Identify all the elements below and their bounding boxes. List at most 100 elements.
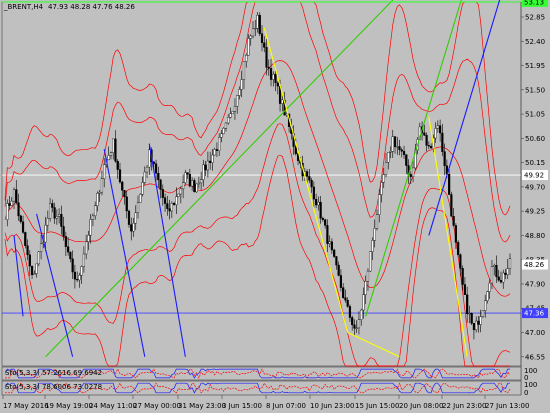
price-tag-label: 53.13 — [524, 0, 544, 6]
candle-body — [481, 310, 485, 317]
candle-body — [310, 180, 313, 188]
candle-body — [69, 251, 72, 260]
candle-body — [227, 117, 230, 124]
candle-body — [265, 47, 268, 68]
price-tag-label: 48.26 — [524, 261, 545, 269]
candle-body — [484, 300, 487, 311]
time-tick-label: 22 Jun 23:00 — [442, 402, 486, 410]
candle-body — [387, 152, 390, 163]
candle-body — [353, 324, 356, 329]
candle-body — [10, 200, 13, 206]
candle-body — [78, 274, 81, 281]
candle-body — [339, 275, 343, 288]
candle-body — [224, 122, 228, 129]
time-tick-label: 27 May 00:00 — [133, 402, 181, 410]
candle-body — [58, 214, 61, 217]
candle-body — [71, 258, 74, 273]
candle-body — [21, 221, 25, 233]
candle-body — [154, 163, 158, 174]
candle — [24, 231, 27, 249]
candle-body — [472, 323, 476, 331]
price-tick-label: 49.70 — [525, 183, 545, 191]
time-tick-label: 10 Jun 23:00 — [310, 402, 354, 410]
candle-body — [423, 132, 426, 136]
candle-body — [272, 73, 275, 80]
candle-body — [240, 79, 243, 90]
candle-body — [260, 33, 264, 43]
candle-body — [495, 264, 498, 278]
price-tick-label: 51.95 — [525, 62, 545, 70]
candle-body — [443, 151, 446, 166]
candle-body — [400, 149, 403, 152]
candle-body — [461, 268, 464, 285]
candle-body — [136, 202, 140, 213]
candle-body — [191, 180, 194, 187]
price-tag-label: 49.92 — [524, 172, 544, 180]
candle — [193, 178, 196, 193]
candle-body — [184, 172, 187, 183]
candle-body — [166, 203, 169, 209]
candle — [450, 191, 453, 217]
price-tick-label: 52.85 — [525, 14, 545, 22]
candle-body — [470, 313, 473, 324]
candle-body — [344, 297, 347, 301]
candle-body — [369, 251, 372, 272]
candle-body — [267, 67, 270, 69]
symbol-label: _BRENT,H4 — [3, 3, 44, 11]
candle-body — [263, 42, 266, 48]
candle-body — [186, 172, 189, 175]
candle-body — [148, 149, 151, 168]
candle — [258, 12, 261, 37]
time-tick-label: 15 Jun 15:00 — [355, 402, 399, 410]
candle-body — [168, 208, 171, 212]
candle-body — [80, 266, 83, 276]
candle-body — [321, 218, 324, 220]
candle-body — [170, 203, 173, 212]
candle-body — [85, 241, 88, 255]
price-tick-label: 47.90 — [525, 280, 545, 288]
candle-body — [76, 278, 79, 281]
candle-body — [360, 309, 363, 320]
candle-body — [346, 299, 349, 307]
price-tick-label: 50.60 — [525, 135, 545, 143]
candle — [369, 251, 372, 273]
candle-body — [19, 215, 22, 222]
candle-body — [457, 242, 460, 255]
candle-body — [103, 164, 106, 179]
price-tag-label: 47.36 — [524, 310, 545, 318]
candle-body — [402, 151, 406, 155]
candle-body — [508, 258, 512, 269]
candle-body — [504, 272, 507, 275]
candle-body — [312, 186, 315, 200]
candle-body — [64, 236, 67, 247]
candle-body — [206, 160, 210, 171]
candle-body — [200, 179, 203, 184]
candle-body — [215, 149, 219, 151]
candle-body — [159, 179, 162, 190]
stoch2-scale-bottom: 0 — [524, 389, 528, 397]
candle-body — [448, 174, 451, 195]
stoch1-label: Sto(5,3,3) 57.2616 69.6942 — [5, 369, 102, 377]
candle-body — [506, 268, 509, 275]
candle-body — [454, 225, 457, 243]
candle-body — [326, 225, 329, 244]
price-tick-label: 52.40 — [525, 38, 545, 46]
candle-body — [411, 167, 415, 177]
candle-body — [436, 125, 439, 129]
candle-body — [24, 232, 27, 246]
price-chart[interactable]: 52.85 52.40 51.95 51.50 51.05 50.60 50.15 49.70… — [0, 0, 550, 413]
candle-body — [67, 246, 70, 253]
stoch2-scale-top: 100 — [524, 381, 537, 389]
candle-body — [15, 189, 18, 203]
candle-body — [172, 203, 176, 205]
candle-body — [497, 276, 500, 281]
candle-body — [378, 194, 381, 215]
candle-body — [274, 73, 277, 83]
candle-body — [91, 215, 95, 220]
time-tick-label: 17 May 2016 — [3, 402, 49, 410]
stochastic-panel-2: Sto(5,3,3) 78.6006 73.0278 100 0 — [1, 380, 537, 397]
candle-body — [330, 241, 333, 251]
candle-body — [337, 264, 340, 276]
candle-body — [371, 240, 374, 252]
candle-body — [355, 327, 358, 329]
